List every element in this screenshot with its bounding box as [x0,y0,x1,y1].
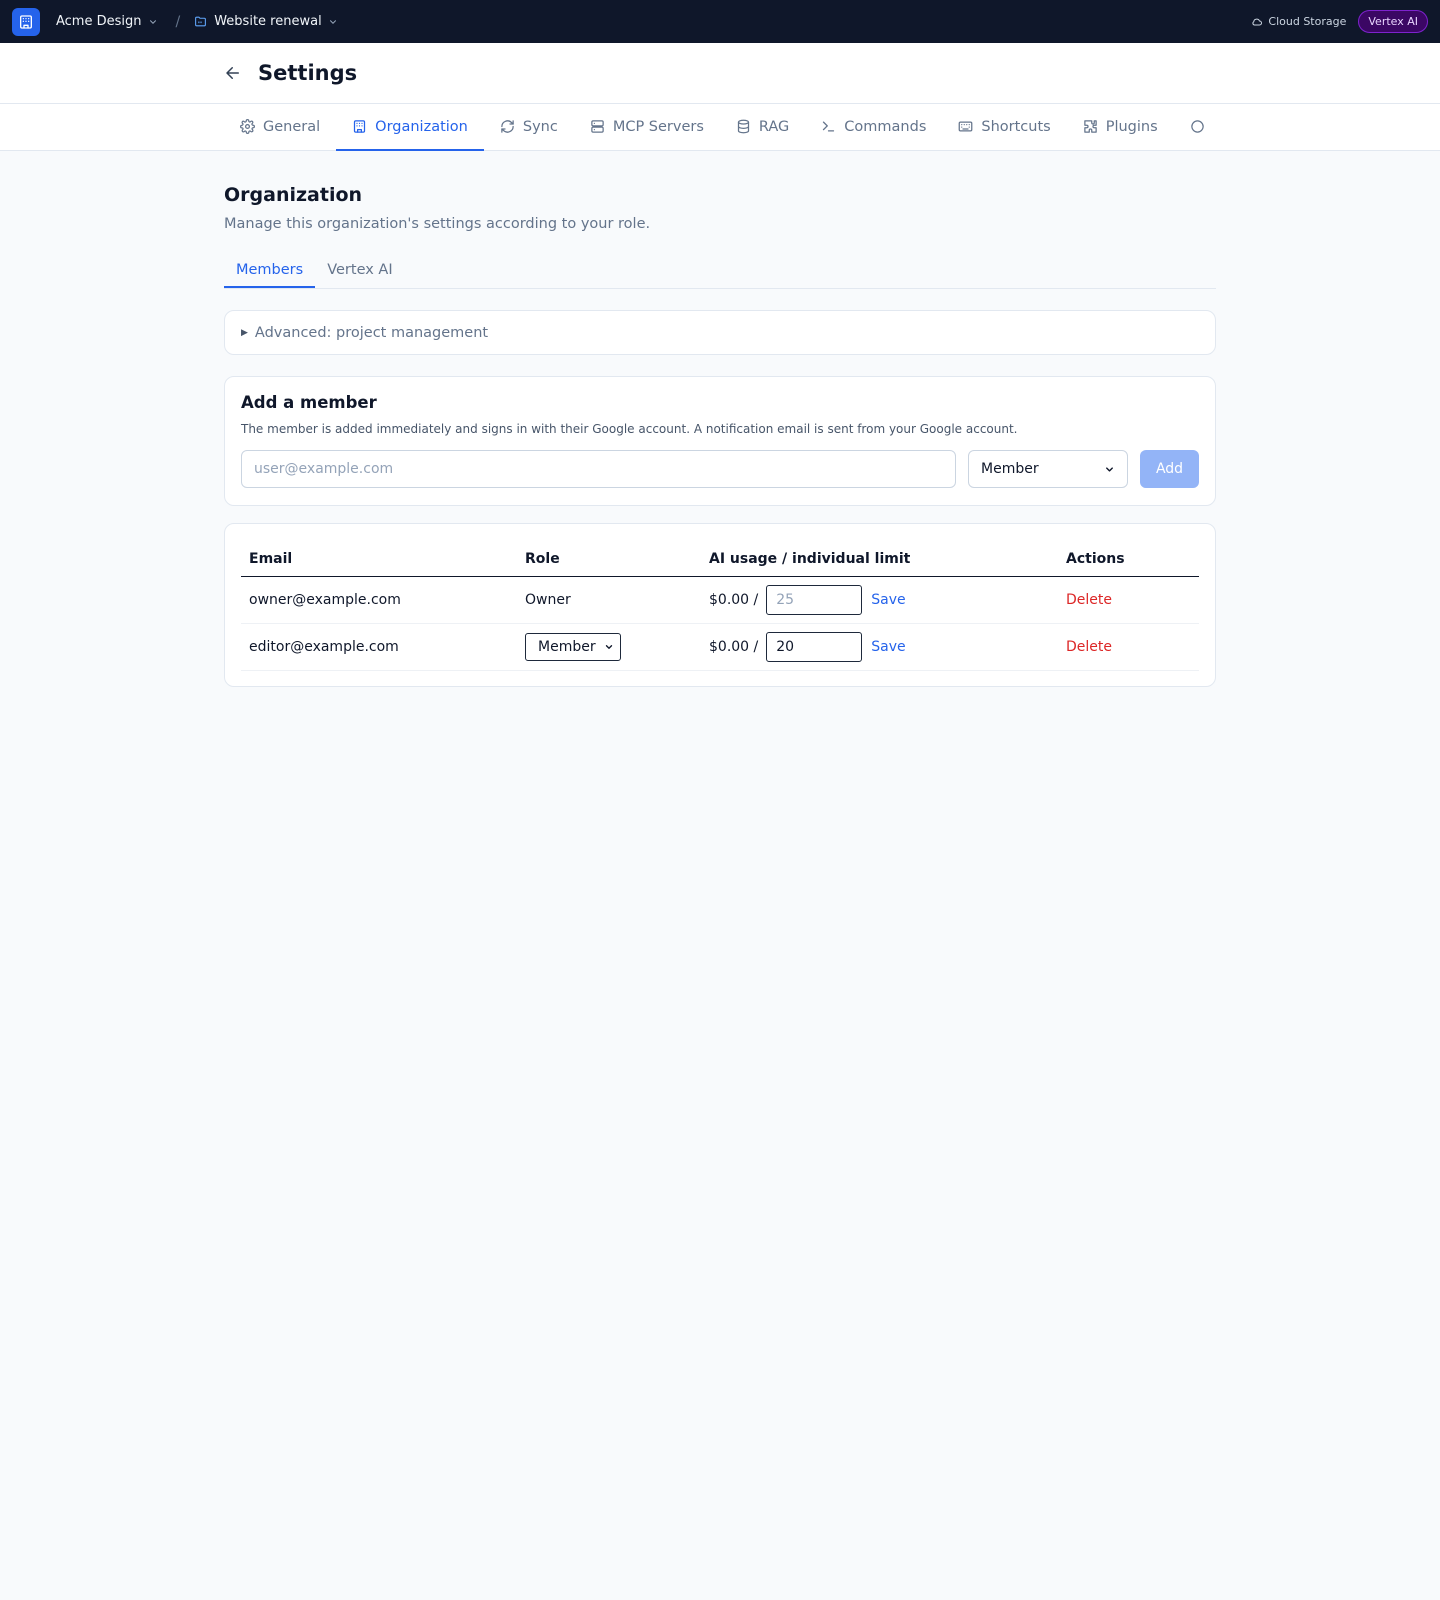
section-description: Manage this organization's settings acco… [224,216,651,232]
storage-status[interactable]: Cloud Storage [1251,15,1346,28]
page-header: Settings [0,43,1440,104]
member-email: editor@example.com [241,623,517,671]
tab-sync[interactable]: Sync [484,104,574,151]
tab-general[interactable]: General [224,104,336,151]
tab-label: Shortcuts [981,118,1051,135]
advanced-label: Advanced: project management [254,324,489,341]
main-content: Organization Manage this organization's … [224,184,1216,687]
database-icon [736,119,751,134]
building-icon [18,14,34,30]
organization-subtabs: Members Vertex AI [224,254,1216,289]
keyboard-icon [958,119,973,134]
member-role-select[interactable]: Member [525,632,621,661]
back-arrow-icon[interactable] [224,64,242,82]
app-logo[interactable] [12,7,40,36]
chevron-down-icon [604,642,614,652]
tab-label: Commands [844,118,927,135]
folder-icon [194,15,207,28]
building-icon [352,119,367,134]
subtab-vertex-ai[interactable]: Vertex AI [315,254,404,288]
tab-label: RAG [758,118,790,135]
breadcrumb-separator: / [175,13,181,30]
add-member-card: Add a member The member is added immedia… [224,376,1216,506]
disclosure-triangle-icon: ▶ [241,327,248,338]
storage-label: Cloud Storage [1268,15,1347,28]
tab-plugins[interactable]: Plugins [1067,104,1174,151]
chevron-down-icon [328,17,338,27]
tab-shortcuts[interactable]: Shortcuts [942,104,1066,151]
refresh-icon [500,119,515,134]
cloud-icon [1251,16,1263,28]
member-email-input[interactable] [241,450,956,488]
members-table: Email Role AI usage / individual limit A… [241,540,1199,671]
tab-label: Organization [375,118,468,135]
top-bar: Acme Design / Website renewal Cloud Stor… [0,0,1440,43]
table-row: owner@example.com Owner $0.00 / Save Del… [241,576,1199,624]
project-name: Website renewal [214,14,322,29]
settings-nav: General Organization Sync MCP Servers RA… [0,104,1440,151]
column-header-actions: Actions [1058,540,1199,577]
delete-member-button[interactable]: Delete [1066,592,1112,608]
table-header-row: Email Role AI usage / individual limit A… [241,540,1199,577]
individual-limit-input[interactable] [766,584,863,615]
tab-mcp-servers[interactable]: MCP Servers [574,104,720,151]
org-switcher[interactable]: Acme Design [56,14,158,29]
tab-label: General [263,118,321,135]
subtab-members[interactable]: Members [224,254,316,288]
member-usage: $0.00 / [709,591,759,608]
advanced-project-management-toggle[interactable]: ▶ Advanced: project management [224,310,1216,355]
delete-member-button[interactable]: Delete [1066,639,1112,655]
new-member-role-select[interactable]: Member [968,450,1128,488]
tab-label: Plugins [1105,118,1158,135]
project-switcher[interactable]: Website renewal [194,14,337,29]
tab-label: Sync [522,118,558,135]
server-icon [590,119,605,134]
role-select-value: Member [981,461,1039,477]
add-member-description: The member is added immediately and sign… [241,422,1018,436]
member-role: Owner [517,576,701,624]
tab-commands[interactable]: Commands [805,104,942,151]
gear-icon [240,119,255,134]
table-row: editor@example.com Member $0.00 / 20 Sav… [241,623,1199,671]
tab-organization[interactable]: Organization [336,104,484,151]
member-usage: $0.00 / [709,638,759,655]
puzzle-icon [1083,119,1098,134]
clipped-tab-icon [1190,119,1205,134]
page-title: Settings [258,61,358,85]
org-name: Acme Design [56,14,142,29]
column-header-usage: AI usage / individual limit [701,540,1058,577]
members-table-card: Email Role AI usage / individual limit A… [224,523,1216,687]
tab-overflow[interactable] [1174,104,1216,151]
terminal-icon [821,119,836,134]
role-select-value: Member [538,638,596,655]
column-header-email: Email [241,540,517,577]
tab-label: MCP Servers [612,118,704,135]
save-limit-button[interactable]: Save [871,592,905,608]
individual-limit-input[interactable] [766,631,863,662]
add-member-title: Add a member [241,393,377,412]
tab-rag[interactable]: RAG [720,104,805,151]
section-title: Organization [224,184,363,206]
save-limit-button[interactable]: Save [871,639,905,655]
chevron-down-icon [1104,464,1115,475]
vertex-ai-badge[interactable]: Vertex AI [1358,10,1428,33]
member-email: owner@example.com [241,576,517,624]
add-member-button[interactable]: Add [1140,450,1199,488]
chevron-down-icon [148,17,158,27]
column-header-role: Role [517,540,701,577]
